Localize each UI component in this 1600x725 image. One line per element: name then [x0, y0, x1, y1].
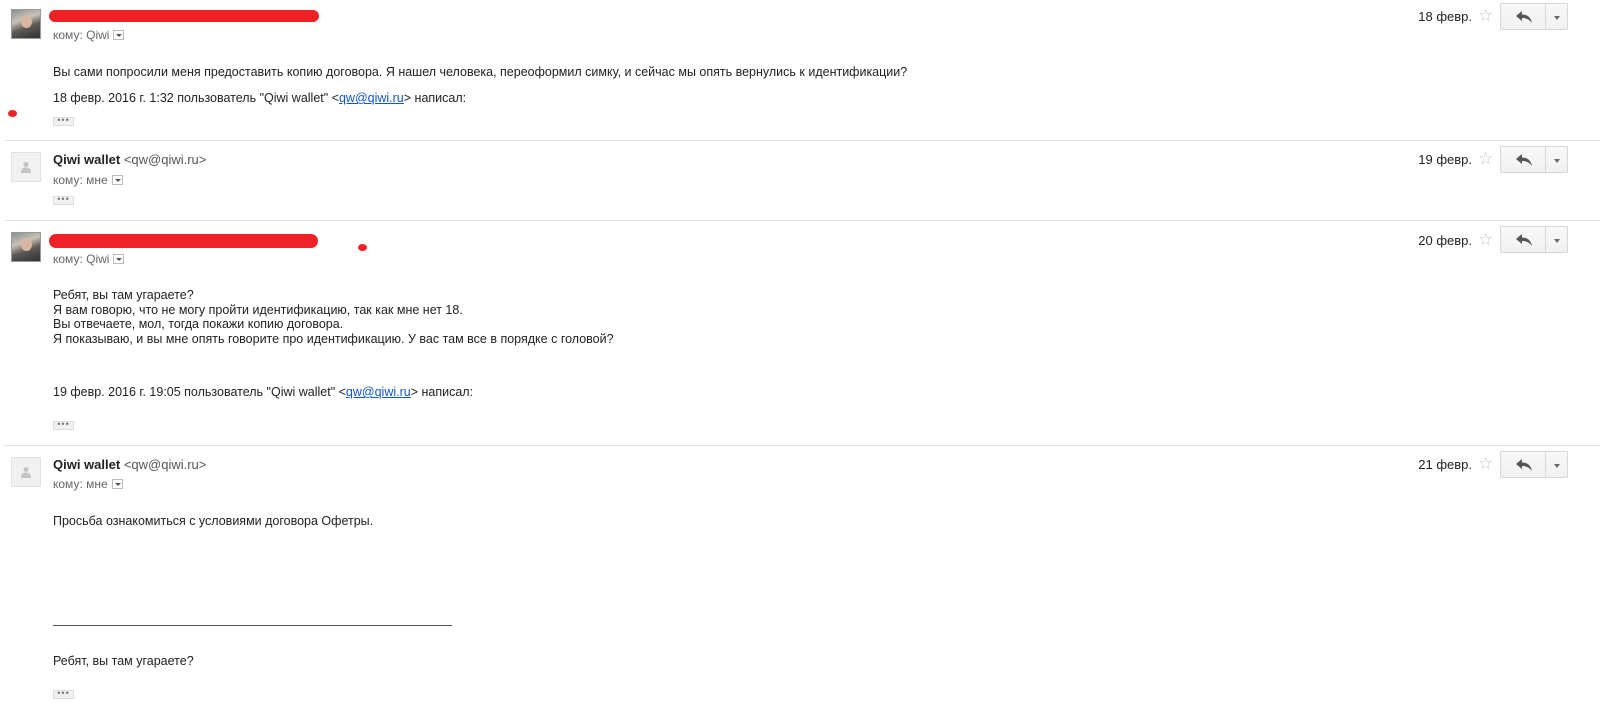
show-trimmed-content-button[interactable]: ••• — [53, 420, 74, 430]
message-date: 18 февр. — [1418, 9, 1472, 24]
star-icon[interactable]: ☆ — [1478, 455, 1493, 472]
recipient-name: Qiwi — [86, 252, 110, 266]
message-body: Ребят, вы там угараете? Я вам говорю, чт… — [53, 288, 614, 346]
redacted-sender — [49, 10, 319, 22]
reply-button[interactable] — [1500, 226, 1546, 253]
sender-name[interactable]: Qiwi wallet — [53, 457, 120, 472]
more-actions-button[interactable] — [1545, 3, 1568, 30]
recipient-prefix: кому: — [53, 28, 83, 42]
body-line: Я вам говорю, что не могу пройти идентиф… — [53, 302, 463, 317]
recipient-name: мне — [86, 477, 108, 491]
quote-suffix: > написал: — [403, 91, 467, 105]
message-body: Просьба ознакомиться с условиями договор… — [53, 514, 374, 528]
quote-prefix: 19 февр. 2016 г. 19:05 пользователь "Qiw… — [53, 385, 346, 399]
message-body-continued: Ребят, вы там угараете? — [53, 654, 194, 668]
reply-button[interactable] — [1500, 3, 1546, 30]
person-icon — [21, 162, 31, 173]
recipient-line: кому: мне — [53, 477, 123, 491]
star-icon[interactable]: ☆ — [1478, 7, 1493, 24]
quote-header: 19 февр. 2016 г. 19:05 пользователь "Qiw… — [53, 385, 473, 399]
recipient-prefix: кому: — [53, 477, 83, 491]
body-line: Ребят, вы там угараете? — [53, 288, 194, 302]
sender-line: Qiwi wallet <qw@qiwi.ru> — [53, 457, 206, 472]
message-body: Вы сами попросили меня предоставить копи… — [53, 65, 908, 79]
message-date: 20 февр. — [1418, 233, 1472, 248]
show-trimmed-content-button[interactable]: ••• — [53, 116, 74, 126]
more-actions-button[interactable] — [1545, 226, 1568, 253]
sender-avatar[interactable] — [11, 9, 41, 39]
more-actions-button[interactable] — [1545, 146, 1568, 173]
message-3: кому: Qiwi 20 февр. ☆ Ребят, вы там угар… — [0, 221, 1600, 445]
message-1: кому: Qiwi 18 февр. ☆ Вы сами попросили … — [0, 0, 1600, 140]
recipient-line: кому: Qiwi — [53, 28, 125, 42]
sender-avatar[interactable] — [11, 232, 41, 262]
body-line: Я показываю, и вы мне опять говорите про… — [53, 331, 614, 346]
quote-header: 18 февр. 2016 г. 1:32 пользователь "Qiwi… — [53, 91, 466, 105]
message-date: 21 февр. — [1418, 457, 1472, 472]
sender-avatar[interactable] — [11, 152, 41, 182]
quote-email-link[interactable]: qw@qiwi.ru — [339, 91, 404, 105]
reply-button[interactable] — [1500, 451, 1546, 478]
quote-prefix: 18 февр. 2016 г. 1:32 пользователь "Qiwi… — [53, 91, 339, 105]
show-trimmed-content-button[interactable]: ••• — [53, 689, 74, 699]
sender-line: Qiwi wallet <qw@qiwi.ru> — [53, 152, 206, 167]
redaction-mark — [8, 110, 17, 117]
reply-button[interactable] — [1500, 146, 1546, 173]
show-trimmed-content-button[interactable]: ••• — [53, 195, 74, 205]
sender-name[interactable]: Qiwi wallet — [53, 152, 120, 167]
recipient-details-dropdown[interactable] — [113, 30, 125, 40]
recipient-details-dropdown[interactable] — [111, 479, 123, 489]
recipient-line: кому: мне — [53, 173, 123, 187]
avatar-face — [21, 15, 32, 28]
sender-email: <qw@qiwi.ru> — [123, 457, 207, 472]
star-icon[interactable]: ☆ — [1478, 231, 1493, 248]
reply-arrow-icon — [1516, 11, 1532, 23]
reply-arrow-icon — [1516, 154, 1532, 166]
redaction-mark — [358, 244, 367, 251]
quote-email-link[interactable]: qw@qiwi.ru — [346, 385, 411, 399]
recipient-prefix: кому: — [53, 173, 83, 187]
message-date: 19 февр. — [1418, 152, 1472, 167]
quote-suffix: > написал: — [410, 385, 474, 399]
sender-email: <qw@qiwi.ru> — [123, 152, 207, 167]
recipient-details-dropdown[interactable] — [113, 254, 125, 264]
person-icon — [21, 467, 31, 478]
recipient-line: кому: Qiwi — [53, 252, 125, 266]
recipient-details-dropdown[interactable] — [111, 175, 123, 185]
reply-arrow-icon — [1516, 234, 1532, 246]
recipient-prefix: кому: — [53, 252, 83, 266]
body-line: Вы отвечаете, мол, тогда покажи копию до… — [53, 317, 344, 331]
star-icon[interactable]: ☆ — [1478, 150, 1493, 167]
message-2: Qiwi wallet <qw@qiwi.ru> кому: мне 19 фе… — [0, 141, 1600, 220]
redacted-sender — [49, 234, 318, 248]
message-4: Qiwi wallet <qw@qiwi.ru> кому: мне 21 фе… — [0, 446, 1600, 725]
recipient-name: мне — [86, 173, 108, 187]
separator-line — [53, 625, 452, 626]
recipient-name: Qiwi — [86, 28, 110, 42]
more-actions-button[interactable] — [1545, 451, 1568, 478]
avatar-face — [21, 238, 32, 251]
reply-arrow-icon — [1516, 459, 1532, 471]
sender-avatar[interactable] — [11, 457, 41, 487]
